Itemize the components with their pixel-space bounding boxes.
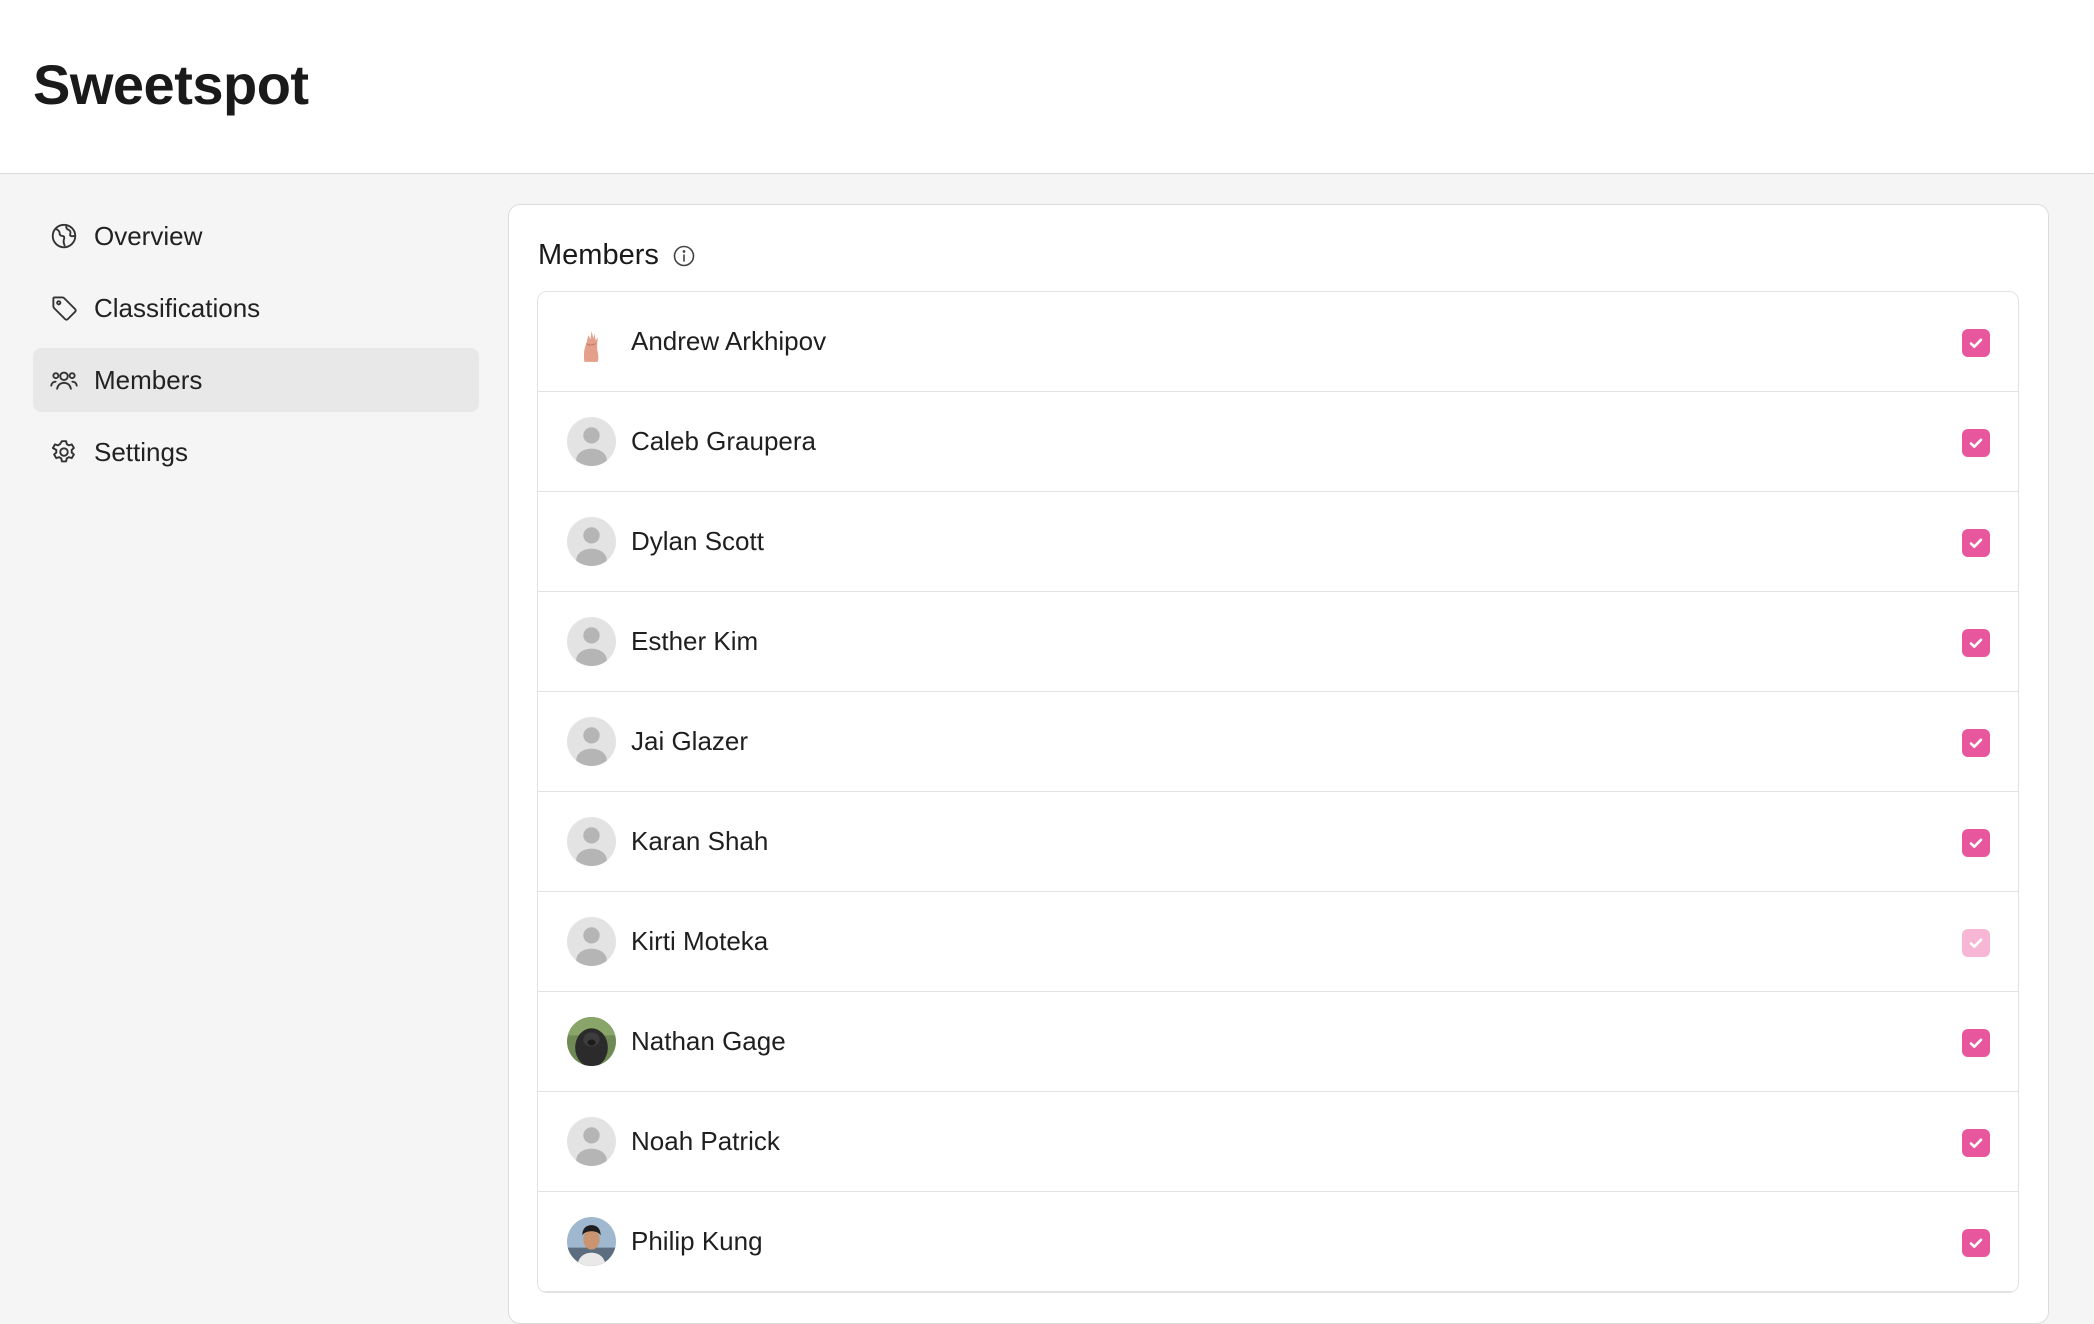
member-checkbox[interactable] [1962, 429, 1990, 457]
member-name: Kirti Moteka [631, 926, 769, 956]
table-row[interactable]: Andrew Arkhipov [538, 292, 2018, 392]
member-checkbox[interactable] [1962, 1229, 1990, 1257]
member-name: Noah Patrick [631, 1126, 780, 1156]
table-row[interactable]: Dylan Scott [538, 492, 2018, 592]
member-checkbox[interactable] [1962, 1029, 1990, 1057]
check-icon [1969, 738, 1983, 748]
avatar [567, 617, 616, 666]
member-checkbox [1962, 929, 1990, 957]
avatar [567, 417, 616, 466]
member-checkbox[interactable] [1962, 729, 1990, 757]
info-icon[interactable] [672, 244, 696, 268]
sidebar-nav: Overview Classifications Members Setting… [33, 204, 479, 492]
table-row[interactable]: Esther Kim [538, 592, 2018, 692]
member-checkbox[interactable] [1962, 329, 1990, 357]
sidebar-item-members[interactable]: Members [33, 348, 479, 412]
tag-icon [49, 293, 79, 323]
member-checkbox[interactable] [1962, 1129, 1990, 1157]
members-header: Members [538, 239, 696, 272]
check-icon [1969, 1138, 1983, 1148]
avatar [567, 317, 616, 366]
member-name: Andrew Arkhipov [631, 326, 827, 356]
check-icon [1969, 938, 1983, 948]
check-icon [1969, 838, 1983, 848]
check-icon [1969, 438, 1983, 448]
avatar [567, 1217, 616, 1266]
check-icon [1969, 638, 1983, 648]
app-header: Sweetspot [0, 0, 2094, 174]
check-icon [1969, 538, 1983, 548]
member-name: Karan Shah [631, 826, 769, 856]
members-panel: Members Andrew Arkhipov Caleb Graupera Dyl… [508, 204, 2049, 1324]
member-name: Jai Glazer [631, 726, 749, 756]
member-checkbox[interactable] [1962, 629, 1990, 657]
users-icon [49, 365, 79, 395]
avatar [567, 917, 616, 966]
member-name: Caleb Graupera [631, 426, 816, 456]
members-list: Andrew Arkhipov Caleb Graupera Dylan Scott… [537, 291, 2019, 1293]
table-row[interactable]: Philip Kung [538, 1192, 2018, 1292]
app-title: Sweetspot [33, 53, 309, 116]
sidebar-item-classifications[interactable]: Classifications [33, 276, 479, 340]
member-name: Esther Kim [631, 626, 759, 656]
table-row[interactable]: Jai Glazer [538, 692, 2018, 792]
table-row[interactable]: Caleb Graupera [538, 392, 2018, 492]
table-row[interactable]: Nathan Gage [538, 992, 2018, 1092]
globe-icon [49, 221, 79, 251]
member-checkbox[interactable] [1962, 829, 1990, 857]
member-checkbox[interactable] [1962, 529, 1990, 557]
sidebar-item-label: Overview [94, 220, 203, 251]
table-row[interactable]: Karan Shah [538, 792, 2018, 892]
sidebar-item-overview[interactable]: Overview [33, 204, 479, 268]
sidebar-item-label: Settings [94, 436, 188, 467]
avatar [567, 1117, 616, 1166]
table-row[interactable]: Noah Patrick [538, 1092, 2018, 1192]
avatar [567, 817, 616, 866]
check-icon [1969, 1038, 1983, 1048]
sidebar-item-label: Classifications [94, 292, 261, 323]
table-row[interactable]: Kirti Moteka [538, 892, 2018, 992]
sidebar-item-label: Members [94, 364, 203, 395]
sidebar-item-settings[interactable]: Settings [33, 420, 479, 484]
check-icon [1969, 1238, 1983, 1248]
avatar [567, 1017, 616, 1066]
panel-title: Members [538, 239, 659, 271]
member-name: Nathan Gage [631, 1026, 786, 1056]
gear-icon [49, 437, 79, 467]
member-name: Dylan Scott [631, 526, 764, 556]
member-name: Philip Kung [631, 1226, 763, 1256]
avatar [567, 717, 616, 766]
check-icon [1969, 338, 1983, 348]
avatar [567, 517, 616, 566]
